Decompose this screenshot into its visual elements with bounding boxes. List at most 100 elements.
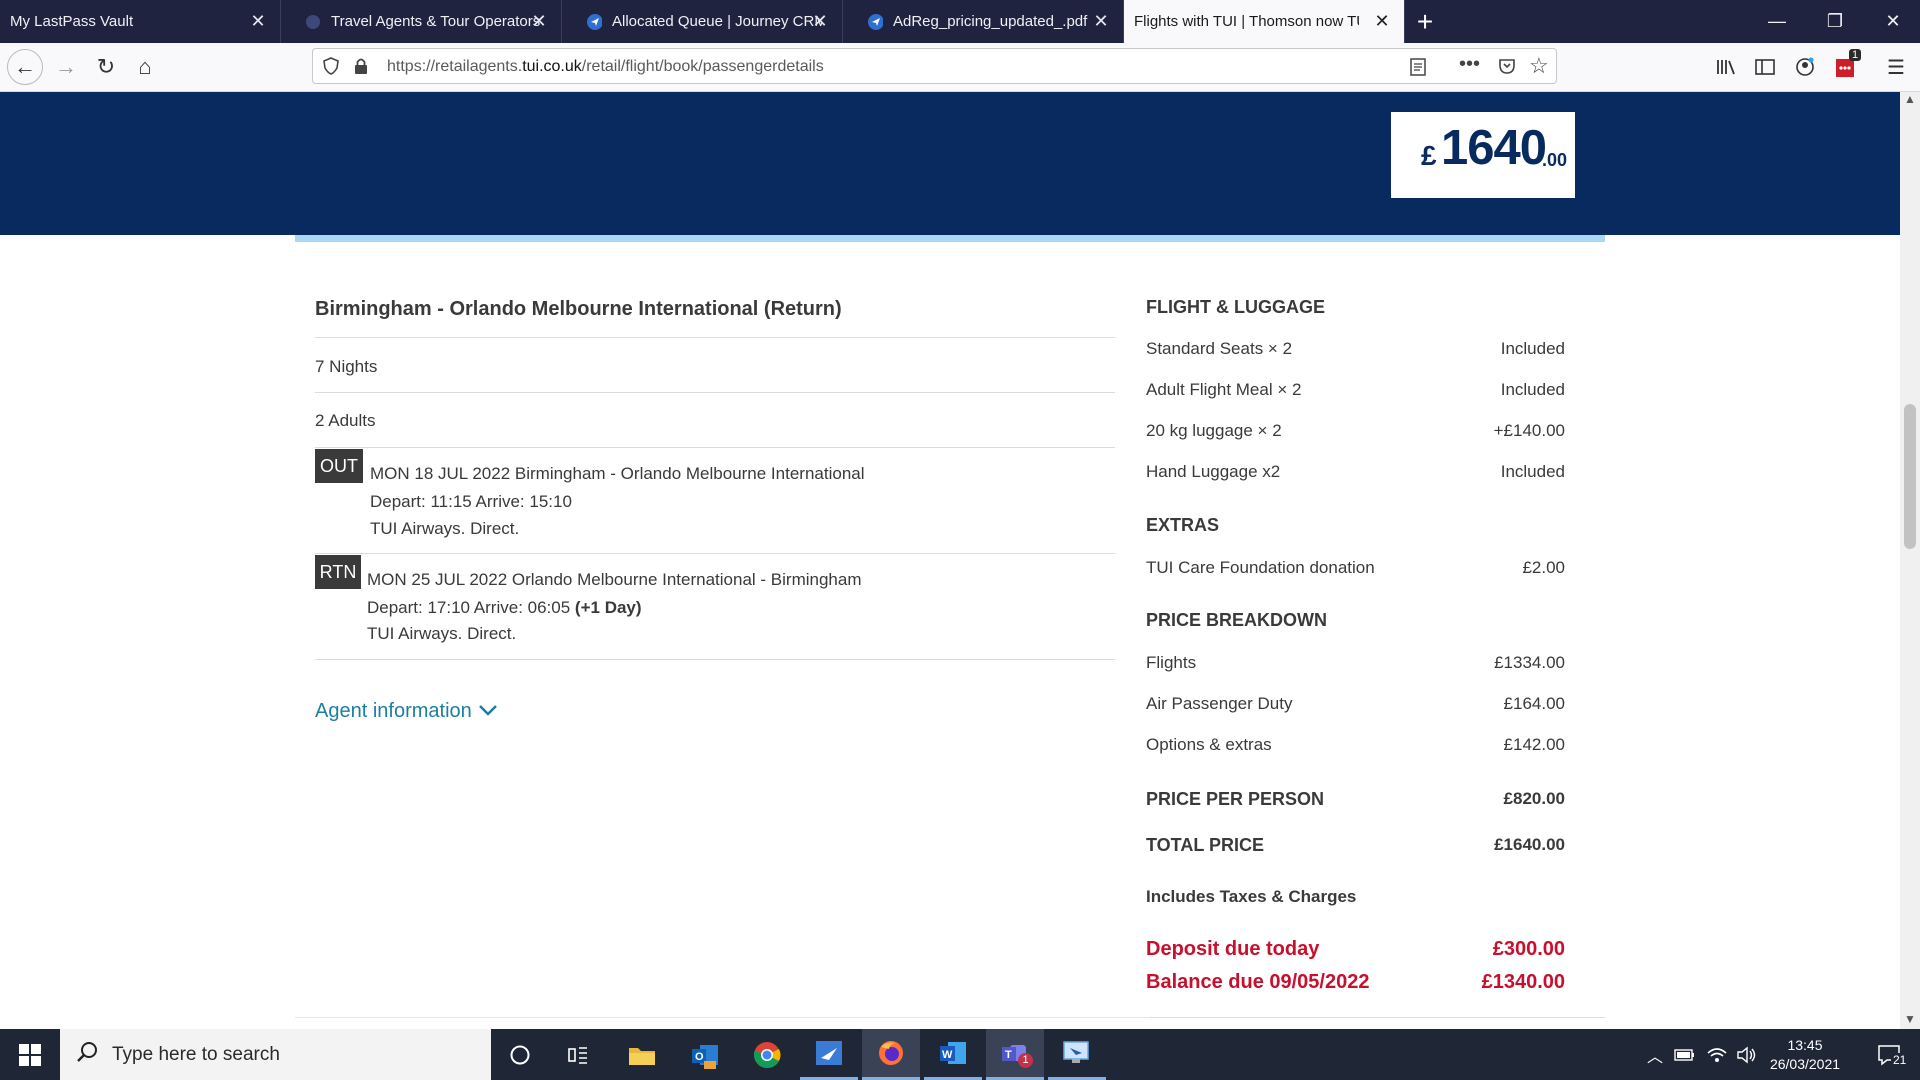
tab-lastpass[interactable]: My LastPass Vault ✕ [0,0,281,43]
price-breakdown-heading: PRICE BREAKDOWN [1146,610,1328,630]
clock[interactable]: 13:45 26/03/2021 [1765,1029,1845,1080]
page-scrollbar[interactable]: ▲ ▼ [1900,92,1920,1029]
next-day-indicator: (+1 Day) [574,598,642,617]
deposit-value: £300.00 [1492,938,1565,960]
balance-value: £1340.00 [1481,971,1565,993]
sidebar-icon[interactable] [1755,57,1775,77]
nights-text: 7 Nights [315,357,378,376]
page-content: £ 1640 .00 Birmingham - Orlando Melbourn… [0,92,1900,1029]
divider [315,447,1115,448]
file-explorer-button[interactable] [613,1029,671,1080]
library-icon[interactable] [1716,57,1736,77]
browser-tab-bar: My LastPass Vault ✕ Travel Agents & Tour… [0,0,1920,43]
line-item-value: £142.00 [1503,735,1565,754]
close-icon[interactable]: ✕ [529,11,549,31]
close-icon[interactable]: ✕ [1372,11,1392,31]
extras-heading: EXTRAS [1146,515,1220,535]
lock-icon[interactable] [353,57,369,80]
start-button[interactable] [0,1029,60,1080]
cortana-icon [510,1045,530,1064]
shield-icon[interactable] [323,57,339,80]
divider [315,337,1115,338]
url-domain: tui.co.uk [522,58,582,75]
outbound-times: Depart: 11:15 Arrive: 15:10 [370,492,572,511]
chrome-icon [753,1041,781,1068]
action-center-button[interactable]: 21 [1866,1029,1912,1080]
tab-adreg-pdf[interactable]: AdReg_pricing_updated_.pdf ✕ [843,0,1124,43]
tab-tui-flights[interactable]: Flights with TUI | Thomson now TUI ✕ [1124,0,1405,43]
new-tab-button[interactable]: + [1405,0,1445,43]
return-carrier: TUI Airways. Direct. [367,624,517,643]
tab-allocated-queue[interactable]: Allocated Queue | Journey CRM ✕ [562,0,843,43]
lastpass-extension-icon[interactable]: 1 [1835,49,1862,77]
close-icon[interactable]: ✕ [1091,11,1111,31]
word-button[interactable]: W [924,1029,982,1080]
task-view-button[interactable] [549,1029,607,1080]
remote-desktop-icon [1063,1041,1089,1063]
close-icon[interactable]: ✕ [248,11,268,31]
scroll-down-icon[interactable]: ▼ [1904,1012,1916,1026]
search-icon [76,1041,98,1068]
windows-logo-icon [19,1043,41,1066]
close-icon[interactable]: ✕ [810,11,830,31]
clock-date: 26/03/2021 [1769,1055,1841,1072]
line-item-value: +£140.00 [1493,421,1565,440]
tab-travel-agents[interactable]: Travel Agents & Tour Operators ✕ [281,0,562,43]
cortana-button[interactable] [491,1029,549,1080]
restore-icon[interactable]: ❐ [1812,0,1858,43]
wifi-icon[interactable] [1704,1029,1730,1080]
price-per-person-value: £820.00 [1503,789,1565,808]
back-button[interactable]: ← [7,49,43,85]
menu-icon[interactable]: ☰ [1886,57,1906,79]
divider [315,553,1115,554]
price-per-person-label: PRICE PER PERSON [1146,789,1325,809]
url-prefix: https://retailagents. [387,58,523,75]
account-icon[interactable] [1795,57,1815,77]
url-path: /retail/flight/book/passengerdetails [581,58,824,75]
line-item-label: Air Passenger Duty [1146,694,1293,713]
divider [315,392,1115,393]
agent-information-toggle[interactable]: Agent information [315,700,498,723]
home-button[interactable]: ⌂ [127,49,163,85]
show-hidden-icons-button[interactable]: ︿ [1644,1029,1666,1080]
pocket-icon[interactable] [1498,57,1516,80]
price-amount: 1640 [1441,121,1547,175]
minimize-icon[interactable]: — [1754,0,1800,43]
teams-button[interactable]: T 1 [986,1029,1044,1080]
scrollbar-thumb[interactable] [1904,404,1916,549]
crm-app-button[interactable] [800,1029,858,1080]
svg-text:T: T [1005,1049,1012,1061]
total-price-value: £1640.00 [1494,835,1565,854]
agent-information-label: Agent information [315,700,472,722]
taskbar-search-box[interactable]: Type here to search [60,1029,491,1080]
return-badge: RTN [315,555,361,589]
taxes-note: Includes Taxes & Charges [1146,887,1357,906]
bottom-divider [1150,1017,1605,1018]
tab-title: Travel Agents & Tour Operators [331,13,541,30]
word-icon: W [940,1042,966,1064]
task-view-icon [568,1046,587,1064]
reload-icon: ↻ [96,54,116,79]
battery-icon[interactable] [1672,1029,1698,1080]
remote-desktop-button[interactable] [1048,1029,1106,1080]
extension-badge: 1 [1849,49,1862,61]
firefox-button[interactable] [862,1029,920,1080]
volume-icon[interactable] [1734,1029,1760,1080]
crm-icon [867,13,883,30]
forward-button[interactable]: → [48,49,84,85]
tab-title: Flights with TUI | Thomson now TUI [1134,13,1359,30]
reader-view-icon[interactable] [1409,57,1427,82]
line-item-value: Included [1500,462,1565,481]
more-actions-icon[interactable]: ••• [1459,53,1480,76]
bookmark-star-icon[interactable]: ☆ [1529,53,1549,79]
url-text[interactable]: https://retailagents.tui.co.uk/retail/fl… [387,58,824,76]
chrome-button[interactable] [738,1029,796,1080]
return-times: Depart: 17:10 Arrive: 06:05 [367,598,571,617]
scroll-up-icon[interactable]: ▲ [1904,92,1916,106]
line-item-label: Standard Seats × 2 [1146,339,1293,358]
reload-button[interactable]: ↻ [88,49,124,85]
svg-text:O: O [695,1051,704,1063]
url-bar[interactable]: https://retailagents.tui.co.uk/retail/fl… [312,48,1557,84]
outlook-button[interactable]: O [676,1029,734,1080]
window-close-icon[interactable]: ✕ [1870,0,1916,43]
